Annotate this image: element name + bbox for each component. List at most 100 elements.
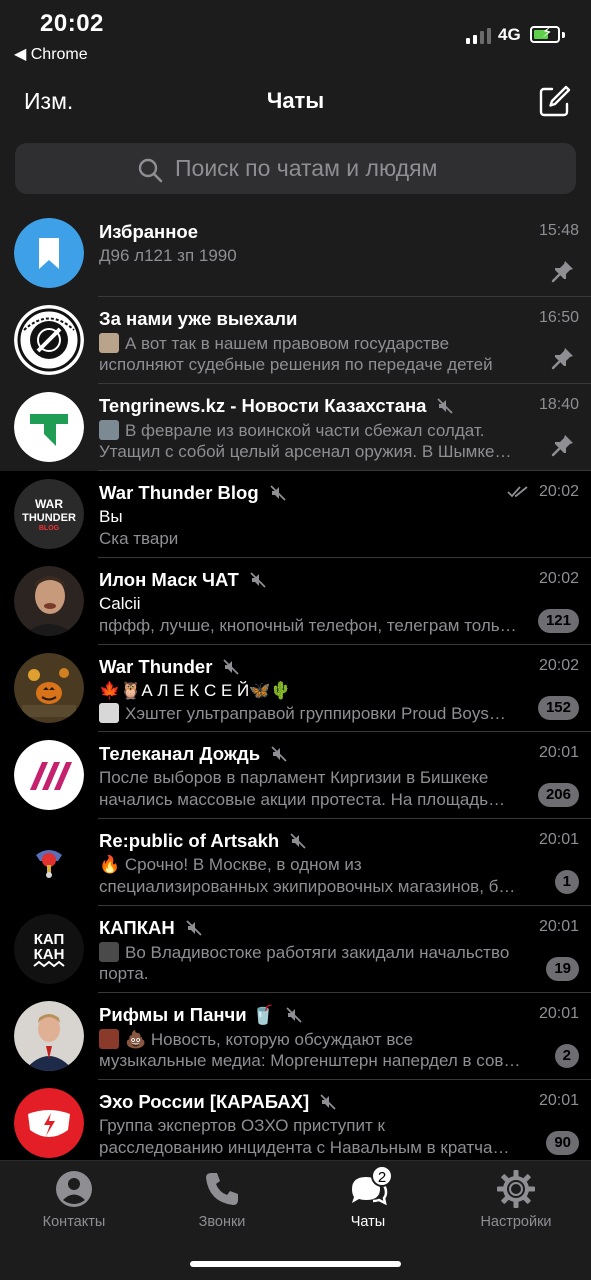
chat-preview: Хэштег ультраправой группировки Proud Bo… — [125, 704, 506, 723]
unread-badge: 1 — [554, 870, 579, 894]
page-title: Чаты — [266, 88, 325, 113]
video-thumbnail — [99, 942, 119, 962]
chat-preview: Ска твари — [99, 529, 179, 548]
chat-preview: Во Владивостоке работяги закидали началь… — [125, 943, 510, 962]
search-icon — [138, 158, 163, 183]
avatar — [14, 1088, 84, 1158]
chat-preview: Группа экспертов ОЗХО приступит к — [99, 1116, 385, 1135]
tab-settings[interactable]: Настройки — [442, 1169, 590, 1230]
chat-row-saved-messages[interactable]: Избранное 15:48 Д96 л121 зп 1990 — [0, 210, 591, 297]
chat-row-kapkan[interactable]: КАП КАН КАПКАН 20:01 Во Владивостоке раб… — [0, 906, 591, 993]
tab-label: Настройки — [480, 1214, 552, 1230]
chat-preview: После выборов в парламент Киргизии в Биш… — [99, 768, 489, 787]
chat-row-echo-russia[interactable]: Эхо России [КАРАБАХ] 20:01 Группа экспер… — [0, 1080, 591, 1160]
chat-list: Избранное 15:48 Д96 л121 зп 1990 За нами… — [0, 210, 591, 1160]
status-bar: 20:02 ◀ Chrome 4G ⚡ — [0, 0, 591, 70]
chat-preview-line2: расследованию инцидента с Навальным в кр… — [99, 1138, 510, 1157]
svg-text:THUNDER: THUNDER — [22, 512, 76, 524]
tab-chats[interactable]: 2 Чаты — [294, 1165, 442, 1230]
navigation-bar: Изм. Чаты — [0, 70, 591, 210]
chat-row-za-nami[interactable]: За нами уже выехали 16:50 А вот так в на… — [0, 297, 591, 384]
chat-preview-line2: Утащил с собой целый арсенал оружия. В Ш… — [99, 442, 512, 461]
back-to-app-link[interactable]: ◀ Chrome — [14, 44, 88, 64]
unread-badge: 121 — [537, 609, 579, 633]
compose-icon[interactable] — [538, 84, 572, 118]
tengrinews-logo-icon — [14, 392, 84, 462]
chat-time: 20:01 — [538, 918, 579, 935]
avatar — [14, 305, 84, 375]
chat-name: Tengrinews.kz - Новости Казахстана — [99, 395, 454, 417]
unread-badge: 206 — [537, 783, 579, 807]
cellular-signal-icon — [466, 24, 491, 44]
gear-icon — [497, 1170, 535, 1208]
chat-time: 15:48 — [538, 222, 579, 239]
avatar — [14, 392, 84, 462]
chat-name: Телеканал Дождь — [99, 743, 288, 765]
dozhd-logo-icon — [14, 740, 84, 810]
kapkan-logo-icon: КАП КАН — [14, 914, 84, 984]
chat-time: 20:02 — [538, 483, 579, 500]
chat-row-elon-musk-chat[interactable]: Илон Маск ЧАТ 20:02 Calcii пффф, лучше, … — [0, 558, 591, 645]
chat-row-rifmy-i-panchi[interactable]: Рифмы и Панчи 🥤 20:01 💩 Новость, которую… — [0, 993, 591, 1080]
tab-label: Чаты — [350, 1214, 386, 1230]
mute-icon — [437, 398, 454, 414]
chat-preview-line2: специализированных экипировочных магазин… — [99, 877, 516, 896]
chat-row-tengrinews[interactable]: Tengrinews.kz - Новости Казахстана 18:40… — [0, 384, 591, 471]
chat-name: War Thunder Blog — [99, 482, 287, 504]
svg-text:WAR: WAR — [35, 497, 63, 511]
svg-text:BLOG: BLOG — [39, 525, 60, 532]
chat-sender: Calcii — [99, 594, 141, 613]
chat-preview: В феврале из воинской части сбежал солда… — [125, 421, 485, 440]
chat-name: Избранное — [99, 221, 198, 242]
unread-badge: 19 — [546, 957, 579, 981]
chat-preview: Д96 л121 зп 1990 — [99, 246, 237, 265]
chat-bubbles-icon: 2 — [348, 1165, 393, 1209]
photo-thumbnail — [99, 333, 119, 353]
mute-icon — [271, 746, 287, 762]
battery-icon: ⚡ — [530, 25, 560, 43]
chat-time: 20:01 — [538, 831, 579, 848]
tab-label: Контакты — [42, 1214, 106, 1230]
network-type: 4G — [498, 25, 521, 44]
avatar — [14, 218, 84, 288]
chat-preview: 💩 Новость, которую обсуждают все — [125, 1030, 414, 1049]
phone-icon — [206, 1173, 238, 1205]
search-bar[interactable] — [15, 143, 576, 194]
chat-sender: Вы — [99, 507, 123, 526]
status-time: 20:02 — [40, 10, 104, 37]
chat-time: 20:01 — [538, 1005, 579, 1022]
chat-preview-line2: музыкальные медиа: Моргенштерн напердел … — [99, 1051, 521, 1070]
svg-text:КАН: КАН — [34, 946, 65, 963]
photo-thumbnail — [99, 703, 119, 723]
unread-badge: 90 — [546, 1131, 579, 1155]
chat-time: 20:02 — [538, 570, 579, 587]
echo-russia-logo-icon — [14, 1088, 84, 1158]
search-input[interactable] — [175, 143, 555, 194]
chat-name: За нами уже выехали — [99, 308, 298, 329]
chat-row-republic-of-artsakh[interactable]: Re:public of Artsakh 20:01 🔥 Срочно! В М… — [0, 819, 591, 906]
chat-name: Рифмы и Панчи 🥤 — [99, 1004, 303, 1026]
chat-time: 16:50 — [538, 309, 579, 326]
chat-time: 20:02 — [538, 657, 579, 674]
chat-row-war-thunder[interactable]: War Thunder 20:02 🍁🦉А Л Е К С Е Й🦋🌵 Хэшт… — [0, 645, 591, 732]
avatar — [14, 740, 84, 810]
chat-row-dozhd[interactable]: Телеканал Дождь 20:01 После выборов в па… — [0, 732, 591, 819]
chat-name: Re:public of Artsakh — [99, 830, 307, 852]
person-photo-icon — [14, 566, 84, 636]
chat-name: КАПКАН — [99, 917, 203, 939]
avatar — [14, 653, 84, 723]
home-indicator[interactable] — [190, 1261, 401, 1267]
chat-row-war-thunder-blog[interactable]: WAR THUNDER BLOG War Thunder Blog 20:02 … — [0, 471, 591, 558]
tab-calls[interactable]: Звонки — [148, 1169, 296, 1230]
tab-contacts[interactable]: Контакты — [0, 1169, 148, 1230]
coat-of-arms-icon — [14, 827, 84, 897]
unread-badge: 2 — [554, 1044, 579, 1068]
chat-name: Эхо России [КАРАБАХ] — [99, 1091, 337, 1113]
double-check-icon — [507, 486, 528, 498]
avatar — [14, 827, 84, 897]
halloween-photo-icon — [14, 653, 84, 723]
avatar — [14, 566, 84, 636]
bookmark-icon — [14, 218, 84, 288]
chat-time: 18:40 — [538, 396, 579, 413]
chat-preview: А вот так в нашем правовом государстве — [125, 334, 450, 353]
